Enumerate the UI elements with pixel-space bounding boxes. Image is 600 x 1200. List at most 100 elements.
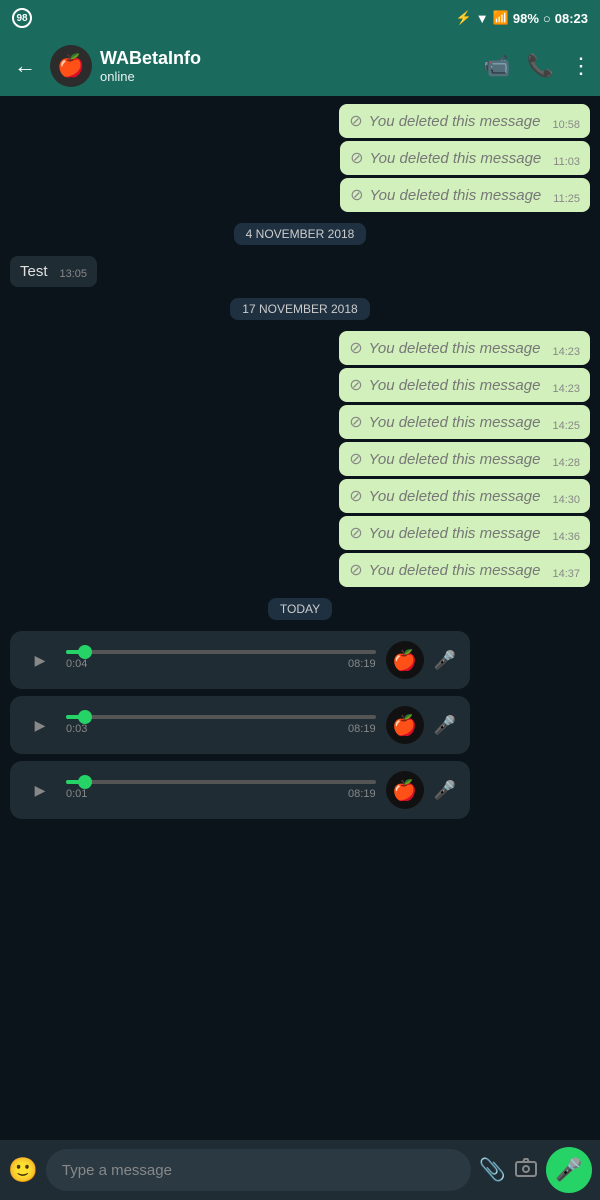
bluetooth-icon: ⚡ — [456, 10, 472, 26]
deleted-text: You deleted this message — [369, 451, 541, 468]
status-bar: 98 ⚡ ▼ 📶 98% ○ 08:23 — [0, 0, 600, 36]
deleted-text: You deleted this message — [369, 488, 541, 505]
battery-icon: ○ — [543, 11, 551, 26]
date-divider-nov4: 4 NOVEMBER 2018 — [10, 223, 590, 245]
play-button-2[interactable]: ▶ — [24, 709, 56, 741]
voice-duration-3: 0:01 — [66, 788, 87, 800]
message-time: 14:23 — [552, 346, 580, 358]
deleted-message: ⊘ You deleted this message 10:58 — [339, 104, 590, 138]
chat-header: ← 🍎 WABetaInfo online 📹 📞 ⋮ — [0, 36, 600, 96]
deleted-text: You deleted this message — [369, 150, 541, 167]
more-options-icon[interactable]: ⋮ — [570, 53, 592, 79]
attach-button[interactable]: 📎 — [479, 1157, 506, 1183]
voice-duration-2: 0:03 — [66, 723, 87, 735]
progress-knob-1 — [78, 645, 92, 659]
contact-info[interactable]: WABetaInfo online — [100, 48, 475, 84]
mic-icon-3: 🎤 — [434, 780, 456, 801]
play-button-3[interactable]: ▶ — [24, 774, 56, 806]
deleted-message: ⊘ You deleted this message 11:25 — [340, 178, 590, 212]
contact-name: WABetaInfo — [100, 48, 475, 69]
ban-icon: ⊘ — [350, 185, 363, 205]
date-divider-nov17: 17 NOVEMBER 2018 — [10, 298, 590, 320]
voice-send-time-2: 08:19 — [348, 723, 376, 735]
message-input[interactable] — [46, 1149, 471, 1191]
ban-icon: ⊘ — [350, 148, 363, 168]
back-button[interactable]: ← — [8, 49, 42, 83]
status-right: ⚡ ▼ 📶 98% ○ 08:23 — [456, 10, 588, 26]
ban-icon: ⊘ — [349, 375, 362, 395]
voice-times-2: 0:03 08:19 — [66, 723, 376, 735]
voice-times-3: 0:01 08:19 — [66, 788, 376, 800]
emoji-button[interactable]: 🙂 — [8, 1156, 38, 1185]
message-time: 14:28 — [552, 457, 580, 469]
deleted-text: You deleted this message — [369, 113, 541, 130]
date-divider-today: TODAY — [10, 598, 590, 620]
chat-area: ⊘ You deleted this message 10:58 ⊘ You d… — [0, 96, 600, 1140]
ban-icon: ⊘ — [349, 449, 362, 469]
ban-icon: ⊘ — [349, 486, 362, 506]
battery-level: 98% — [513, 11, 539, 26]
ban-icon: ⊘ — [349, 560, 362, 580]
avatar[interactable]: 🍎 — [50, 45, 92, 87]
progress-bar-3[interactable] — [66, 780, 376, 784]
message-time: 10:58 — [552, 119, 580, 131]
deleted-message: ⊘ You deleted this message 14:28 — [339, 442, 590, 476]
ban-icon: ⊘ — [349, 111, 362, 131]
deleted-text: You deleted this message — [369, 525, 541, 542]
waveform-area-3: 0:01 08:19 — [66, 780, 376, 800]
ban-icon: ⊘ — [349, 523, 362, 543]
waveform-area-1: 0:04 08:19 — [66, 650, 376, 670]
deleted-text: You deleted this message — [369, 340, 541, 357]
mic-send-button[interactable]: 🎤 — [546, 1147, 592, 1193]
message-text: Test — [20, 263, 48, 280]
deleted-text: You deleted this message — [369, 377, 541, 394]
ban-icon: ⊘ — [349, 412, 362, 432]
deleted-message: ⊘ You deleted this message 14:23 — [339, 331, 590, 365]
progress-bar-1[interactable] — [66, 650, 376, 654]
date-label: 17 NOVEMBER 2018 — [230, 298, 369, 320]
deleted-message: ⊘ You deleted this message 14:37 — [339, 553, 590, 587]
message-time: 14:36 — [552, 531, 580, 543]
voice-avatar-1: 🍎 — [386, 641, 424, 679]
voice-send-time-1: 08:19 — [348, 658, 376, 670]
deleted-text: You deleted this message — [369, 187, 541, 204]
voice-avatar-3: 🍎 — [386, 771, 424, 809]
deleted-message: ⊘ You deleted this message 14:36 — [339, 516, 590, 550]
voice-times-1: 0:04 08:19 — [66, 658, 376, 670]
voice-duration-1: 0:04 — [66, 658, 87, 670]
mic-icon-1: 🎤 — [434, 650, 456, 671]
message-time: 14:25 — [552, 420, 580, 432]
deleted-message: ⊘ You deleted this message 14:23 — [339, 368, 590, 402]
contact-status: online — [100, 69, 475, 84]
progress-knob-3 — [78, 775, 92, 789]
progress-knob-2 — [78, 710, 92, 724]
message-time: 13:05 — [60, 268, 88, 280]
deleted-message: ⊘ You deleted this message 14:30 — [339, 479, 590, 513]
mic-icon-2: 🎤 — [434, 715, 456, 736]
phone-call-icon[interactable]: 📞 — [527, 53, 554, 79]
video-call-icon[interactable]: 📹 — [483, 53, 510, 79]
deleted-text: You deleted this message — [369, 562, 541, 579]
message-time: 14:37 — [552, 568, 580, 580]
message-time: 11:03 — [553, 156, 580, 168]
voice-send-time-3: 08:19 — [348, 788, 376, 800]
received-message: Test 13:05 — [10, 256, 97, 287]
header-actions: 📹 📞 ⋮ — [483, 53, 592, 79]
deleted-text: You deleted this message — [369, 414, 541, 431]
voice-message-2: ▶ 0:03 08:19 🍎 🎤 — [10, 696, 470, 754]
date-label: 4 NOVEMBER 2018 — [234, 223, 367, 245]
message-time: 11:25 — [553, 193, 580, 205]
ban-icon: ⊘ — [349, 338, 362, 358]
waveform-area-2: 0:03 08:19 — [66, 715, 376, 735]
message-time: 14:23 — [552, 383, 580, 395]
play-button-1[interactable]: ▶ — [24, 644, 56, 676]
progress-bar-2[interactable] — [66, 715, 376, 719]
message-time: 14:30 — [552, 494, 580, 506]
signal-icon: 📶 — [493, 10, 509, 26]
status-left: 98 — [12, 8, 32, 28]
camera-button[interactable] — [514, 1155, 538, 1185]
voice-avatar-2: 🍎 — [386, 706, 424, 744]
deleted-message: ⊘ You deleted this message 14:25 — [339, 405, 590, 439]
notification-count: 98 — [12, 8, 32, 28]
input-bar: 🙂 📎 🎤 — [0, 1140, 600, 1200]
